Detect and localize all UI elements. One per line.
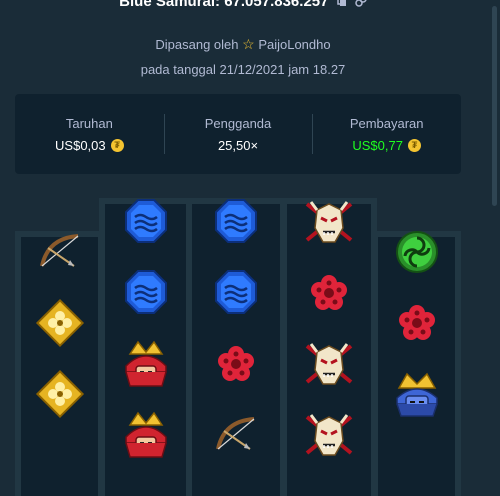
reel-5 xyxy=(372,231,461,496)
stat-label: Taruhan xyxy=(65,115,113,131)
stat-value-text: 25,50× xyxy=(217,137,259,153)
stat-value-text: US$0,03 xyxy=(55,137,106,153)
reel-2 xyxy=(99,198,192,496)
copy-icon[interactable] xyxy=(336,0,347,11)
reel-3 xyxy=(186,198,286,496)
stat-value-text: US$0,77 xyxy=(352,137,403,153)
bet-title: Blue Samurai: 67.057.836.257 xyxy=(0,0,486,11)
demon-mask-icon xyxy=(303,196,355,248)
reel-4 xyxy=(281,198,377,496)
stat-multiplier: Pengganda 25,50× xyxy=(163,94,313,174)
stat-bet: Taruhan US$0,03 ₮ xyxy=(15,94,164,174)
demon-mask-icon xyxy=(303,338,355,390)
bet-title-text: Blue Samurai: 67.057.836.257 xyxy=(119,0,329,10)
reel-1 xyxy=(15,231,104,496)
samurai-helmet-icon xyxy=(120,409,172,461)
demon-mask-icon xyxy=(303,409,355,461)
blue-wave-icon xyxy=(120,196,172,248)
stat-value: 25,50× xyxy=(218,138,258,153)
samurai-helmet-icon xyxy=(120,338,172,390)
blue-wave-icon xyxy=(210,196,262,248)
stat-payout: Pembayaran US$0,77 ₮ xyxy=(312,94,461,174)
star-icon: ☆ xyxy=(242,36,255,52)
gold-flower-icon xyxy=(34,297,86,349)
coin-icon: ₮ xyxy=(407,138,421,152)
blue-wave-icon xyxy=(210,267,262,319)
link-icon[interactable] xyxy=(355,0,367,11)
placed-by-line: Dipasang oleh ☆ PaijoLondho xyxy=(0,36,486,53)
blue-wave-icon xyxy=(120,267,172,319)
scrollbar[interactable] xyxy=(492,6,497,206)
bet-stats-panel: Taruhan US$0,03 ₮ Pengganda 25,50× Pembay… xyxy=(15,94,461,174)
red-flower-icon xyxy=(210,338,262,390)
stat-label: Pengganda xyxy=(204,115,272,131)
stat-value: US$0,77 ₮ xyxy=(352,138,421,153)
stat-label: Pembayaran xyxy=(349,115,424,131)
green-swirl-icon xyxy=(391,226,443,278)
blue-samurai-icon xyxy=(391,368,443,420)
red-flower-icon xyxy=(303,267,355,319)
placed-by-prefix: Dipasang oleh xyxy=(155,37,239,52)
bow-icon xyxy=(34,226,86,278)
coin-icon: ₮ xyxy=(110,138,124,152)
placed-date: pada tanggal 21/12/2021 jam 18.27 xyxy=(140,62,346,77)
stat-value: US$0,03 ₮ xyxy=(55,138,124,153)
gold-flower-icon xyxy=(34,368,86,420)
placed-by-user[interactable]: PaijoLondho xyxy=(258,37,330,52)
bow-icon xyxy=(210,409,262,461)
red-flower-icon xyxy=(391,297,443,349)
